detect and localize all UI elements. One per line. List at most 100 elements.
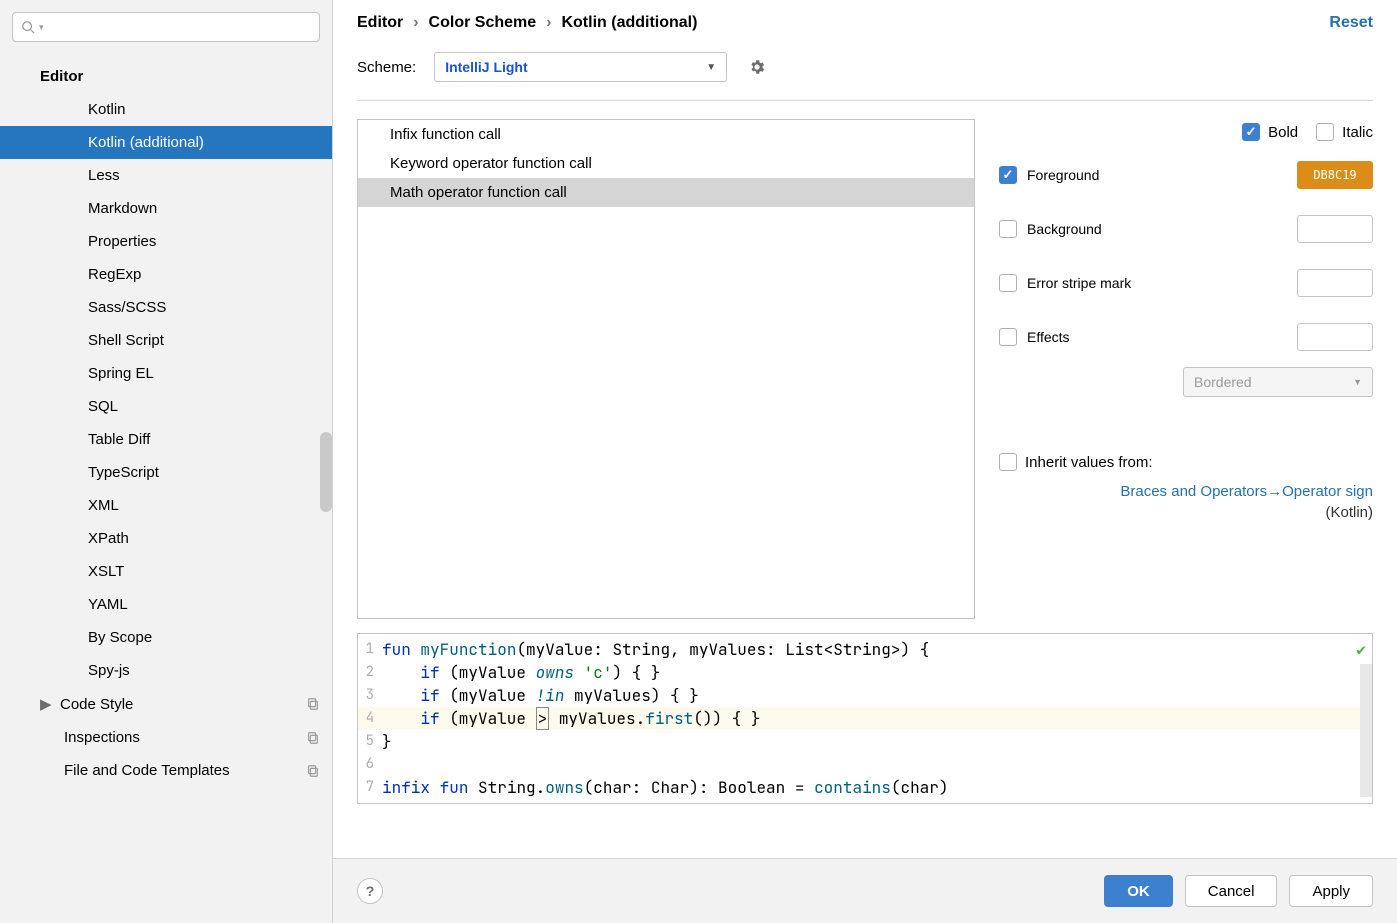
tree-item-table-diff[interactable]: Table Diff <box>0 423 332 456</box>
crumb-sep: › <box>413 14 418 32</box>
tree-item-inspections[interactable]: Inspections <box>0 721 332 754</box>
tree-item-yaml[interactable]: YAML <box>0 588 332 621</box>
tree-item-label: XML <box>88 497 119 514</box>
foreground-swatch[interactable]: DB8C19 <box>1297 161 1373 189</box>
inherit-link[interactable]: Braces and Operators→Operator sign <box>999 483 1373 500</box>
inherit-checkbox[interactable]: Inherit values from: <box>999 453 1373 471</box>
tree-item-label: Less <box>88 167 120 184</box>
tree-item-label: Kotlin (additional) <box>88 134 204 151</box>
tree-item-code-style[interactable]: ▶ Code Style <box>0 687 332 721</box>
scheme-value: IntelliJ Light <box>445 59 527 75</box>
ok-button[interactable]: OK <box>1104 875 1173 907</box>
effects-label: Effects <box>1027 329 1070 345</box>
settings-tree[interactable]: Editor Kotlin Kotlin (additional) Less Mark… <box>0 54 332 923</box>
color-element-keyword-operator-function-call[interactable]: Keyword operator function call <box>358 149 974 178</box>
error-stripe-checkbox[interactable] <box>999 274 1017 292</box>
tree-item-label: XSLT <box>88 563 124 580</box>
copy-icon[interactable] <box>306 697 320 711</box>
code-preview[interactable]: ✔ 1fun myFunction(myValue: String, myVal… <box>357 633 1373 804</box>
effects-type-select: Bordered ▼ <box>1183 367 1373 397</box>
tree-item-label: Kotlin <box>88 101 126 118</box>
search-icon <box>21 20 35 34</box>
tree-item-label: YAML <box>88 596 128 613</box>
tree-item-xpath[interactable]: XPath <box>0 522 332 555</box>
color-elements-list[interactable]: Infix function callKeyword operator func… <box>357 119 975 619</box>
crumb-color-scheme[interactable]: Color Scheme <box>429 14 537 32</box>
background-swatch[interactable] <box>1297 215 1373 243</box>
error-stripe-swatch[interactable] <box>1297 269 1373 297</box>
tree-item-less[interactable]: Less <box>0 159 332 192</box>
effects-type-value: Bordered <box>1194 374 1252 390</box>
crumb-editor[interactable]: Editor <box>357 14 403 32</box>
chevron-down-icon: ▼ <box>1353 377 1362 387</box>
tree-item-label: Code Style <box>60 696 133 713</box>
effects-swatch[interactable] <box>1297 323 1373 351</box>
tree-item-label: Spy-js <box>88 662 130 679</box>
tree-item-label: SQL <box>88 398 118 415</box>
apply-button[interactable]: Apply <box>1289 875 1373 907</box>
copy-icon[interactable] <box>306 731 320 745</box>
tree-item-label: Sass/SCSS <box>88 299 166 316</box>
tree-item-label: Markdown <box>88 200 157 217</box>
tree-item-label: Inspections <box>64 729 140 746</box>
chevron-down-icon: ▼ <box>706 62 716 73</box>
tree-item-regexp[interactable]: RegExp <box>0 258 332 291</box>
scheme-gear-button[interactable] <box>745 55 769 79</box>
italic-label: Italic <box>1342 124 1373 141</box>
crumb-sep: › <box>546 14 551 32</box>
tree-item-spring-el[interactable]: Spring EL <box>0 357 332 390</box>
color-element-infix-function-call[interactable]: Infix function call <box>358 120 974 149</box>
cancel-button[interactable]: Cancel <box>1185 875 1278 907</box>
foreground-checkbox[interactable] <box>999 166 1017 184</box>
tree-item-spy-js[interactable]: Spy-js <box>0 654 332 687</box>
tree-item-typescript[interactable]: TypeScript <box>0 456 332 489</box>
tree-item-kotlin-additional-[interactable]: Kotlin (additional) <box>0 126 332 159</box>
effects-checkbox[interactable] <box>999 328 1017 346</box>
tree-item-label: File and Code Templates <box>64 762 230 779</box>
tree-item-xslt[interactable]: XSLT <box>0 555 332 588</box>
tree-item-shell-script[interactable]: Shell Script <box>0 324 332 357</box>
italic-checkbox[interactable]: Italic <box>1316 123 1373 141</box>
tree-item-label: Properties <box>88 233 156 250</box>
help-button[interactable]: ? <box>357 878 383 904</box>
tree-item-label: XPath <box>88 530 129 547</box>
inherit-label: Inherit values from: <box>1025 454 1153 471</box>
tree-item-markdown[interactable]: Markdown <box>0 192 332 225</box>
crumb-kotlin-additional: Kotlin (additional) <box>561 14 697 32</box>
checkbox-icon <box>999 453 1017 471</box>
settings-search[interactable]: ▾ <box>12 12 320 42</box>
background-checkbox[interactable] <box>999 220 1017 238</box>
tree-item-label: Spring EL <box>88 365 154 382</box>
tree-item-xml[interactable]: XML <box>0 489 332 522</box>
copy-icon[interactable] <box>306 764 320 778</box>
tree-item-file-and-code-templates[interactable]: File and Code Templates <box>0 754 332 787</box>
foreground-label: Foreground <box>1027 167 1099 183</box>
scheme-select[interactable]: IntelliJ Light ▼ <box>434 52 727 82</box>
inspection-ok-icon[interactable]: ✔ <box>1356 638 1366 661</box>
tree-item-sql[interactable]: SQL <box>0 390 332 423</box>
gear-icon <box>748 58 766 76</box>
expand-arrow-icon[interactable]: ▶ <box>40 695 50 713</box>
attributes-panel: Bold Italic Foreground DB8C19 <box>999 119 1373 619</box>
tree-item-sass-scss[interactable]: Sass/SCSS <box>0 291 332 324</box>
checkbox-icon <box>1242 123 1260 141</box>
inherit-sub: (Kotlin) <box>999 504 1373 521</box>
tree-section-editor[interactable]: Editor <box>0 60 332 93</box>
tree-item-label: Table Diff <box>88 431 150 448</box>
dialog-footer: ? OK Cancel Apply <box>333 858 1397 923</box>
tree-item-label: Shell Script <box>88 332 164 349</box>
tree-item-properties[interactable]: Properties <box>0 225 332 258</box>
bold-checkbox[interactable]: Bold <box>1242 123 1298 141</box>
preview-scrollbar[interactable] <box>1360 664 1372 797</box>
tree-scrollbar[interactable] <box>320 432 332 512</box>
settings-sidebar: ▾ Editor Kotlin Kotlin (additional) Less Ma… <box>0 0 333 923</box>
reset-link[interactable]: Reset <box>1329 14 1373 32</box>
tree-item-label: RegExp <box>88 266 141 283</box>
color-element-math-operator-function-call[interactable]: Math operator function call <box>358 178 974 207</box>
checkbox-icon <box>1316 123 1334 141</box>
main-panel: Editor › Color Scheme › Kotlin (addition… <box>333 0 1397 923</box>
bold-label: Bold <box>1268 124 1298 141</box>
error-stripe-label: Error stripe mark <box>1027 275 1131 291</box>
tree-item-kotlin[interactable]: Kotlin <box>0 93 332 126</box>
tree-item-by-scope[interactable]: By Scope <box>0 621 332 654</box>
